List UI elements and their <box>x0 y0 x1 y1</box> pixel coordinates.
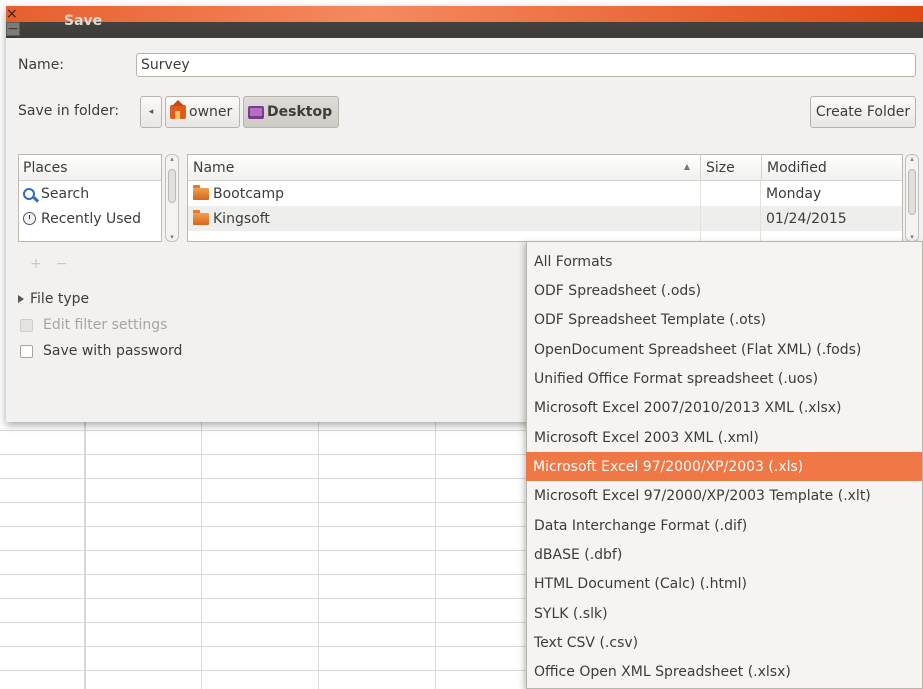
column-header-size[interactable]: Size <box>700 155 761 181</box>
menu-item-format[interactable]: Text CSV (.csv) <box>527 628 922 657</box>
column-header-name[interactable]: Name ▲ <box>188 155 700 181</box>
checkbox-label: Save with password <box>43 343 183 359</box>
menu-item-format[interactable]: Microsoft Excel 2003 XML (.xml) <box>527 423 922 452</box>
file-list-scrollbar[interactable]: ▴ ▾ <box>905 154 919 242</box>
minimize-window-button[interactable]: − <box>6 22 20 36</box>
menu-item-format[interactable]: Office Open XML Spreadsheet (.xlsx) <box>527 657 922 686</box>
file-modified: Monday <box>766 185 822 202</box>
window-title: Save <box>64 13 103 29</box>
path-button-owner[interactable]: owner <box>165 96 240 128</box>
path-back-button[interactable]: ◂ <box>140 96 162 128</box>
places-add-remove: +− <box>30 256 81 272</box>
column-label: Name <box>193 160 235 176</box>
file-name: Kingsoft <box>213 210 270 227</box>
save-with-password-checkbox[interactable]: Save with password <box>20 343 182 359</box>
chevron-left-icon: ◂ <box>148 107 154 117</box>
desktop-folder-icon <box>248 105 264 119</box>
save-in-folder-label: Save in folder: <box>18 103 120 119</box>
column-header-modified[interactable]: Modified <box>761 155 902 181</box>
file-type-label: File type <box>30 291 90 307</box>
menu-item-format[interactable]: HTML Document (Calc) (.html) <box>527 569 922 598</box>
places-item-recently-used[interactable]: Recently Used <box>19 206 161 231</box>
close-window-button[interactable]: × <box>6 6 923 22</box>
places-item-label: Search <box>41 185 90 202</box>
file-type-expander[interactable]: File type <box>18 291 89 307</box>
name-label: Name: <box>18 57 65 73</box>
folder-icon <box>193 209 209 225</box>
menu-item-format[interactable]: Microsoft Excel 2007/2010/2013 XML (.xls… <box>527 393 922 422</box>
file-row-bootcamp[interactable]: Bootcamp Monday <box>188 181 902 206</box>
file-format-dropdown-menu: All Formats ODF Spreadsheet (.ods) ODF S… <box>526 241 923 689</box>
places-header[interactable]: Places <box>19 155 161 181</box>
title-bar: × − Save <box>6 6 923 38</box>
remove-place-button[interactable]: − <box>56 256 82 272</box>
file-row-kingsoft[interactable]: Kingsoft 01/24/2015 <box>188 206 902 231</box>
size-column <box>700 181 761 241</box>
checkbox-box <box>20 344 33 358</box>
path-button-label: Desktop <box>267 104 333 120</box>
edit-filter-settings-checkbox[interactable]: Edit filter settings <box>20 317 167 333</box>
file-list-pane: Name ▲ Size Modified Bootcamp Monday Kin… <box>187 154 903 242</box>
menu-item-format[interactable]: All Formats <box>527 247 922 276</box>
menu-item-format[interactable]: dBASE (.dbf) <box>527 540 922 569</box>
menu-item-format[interactable]: OpenDocument Spreadsheet (Flat XML) (.fo… <box>527 335 922 364</box>
menu-item-format[interactable]: SYLK (.slk) <box>527 599 922 628</box>
spreadsheet-row-header <box>0 420 86 689</box>
menu-item-format[interactable]: ODF Spreadsheet (.ods) <box>527 276 922 305</box>
expander-arrow-icon <box>18 295 24 303</box>
checkbox-label: Edit filter settings <box>43 317 168 333</box>
file-modified: 01/24/2015 <box>766 210 847 227</box>
places-pane: Places Search Recently Used <box>18 154 162 242</box>
places-scrollbar[interactable]: ▴ ▾ <box>165 154 179 242</box>
folder-icon <box>193 184 209 200</box>
path-button-desktop[interactable]: Desktop <box>243 96 339 128</box>
places-item-label: Recently Used <box>41 210 142 227</box>
file-name-input[interactable] <box>136 53 916 77</box>
menu-item-format-selected[interactable]: Microsoft Excel 97/2000/XP/2003 (.xls) <box>526 452 922 481</box>
checkbox-box <box>20 318 33 332</box>
places-item-search[interactable]: Search <box>19 181 161 206</box>
home-folder-icon <box>170 100 186 119</box>
add-place-button[interactable]: + <box>30 256 56 272</box>
menu-item-format[interactable]: Microsoft Excel 97/2000/XP/2003 Template… <box>527 481 922 510</box>
search-icon <box>23 187 35 200</box>
clock-icon <box>23 212 36 225</box>
sort-ascending-icon: ▲ <box>683 162 690 171</box>
file-name: Bootcamp <box>213 185 285 202</box>
menu-item-format[interactable]: Data Interchange Format (.dif) <box>527 511 922 540</box>
menu-item-format[interactable]: Unified Office Format spreadsheet (.uos) <box>527 364 922 393</box>
menu-item-format[interactable]: ODF Spreadsheet Template (.ots) <box>527 305 922 334</box>
file-list-header: Name ▲ Size Modified <box>188 155 902 181</box>
create-folder-button[interactable]: Create Folder <box>810 96 916 128</box>
path-button-label: owner <box>189 104 233 120</box>
